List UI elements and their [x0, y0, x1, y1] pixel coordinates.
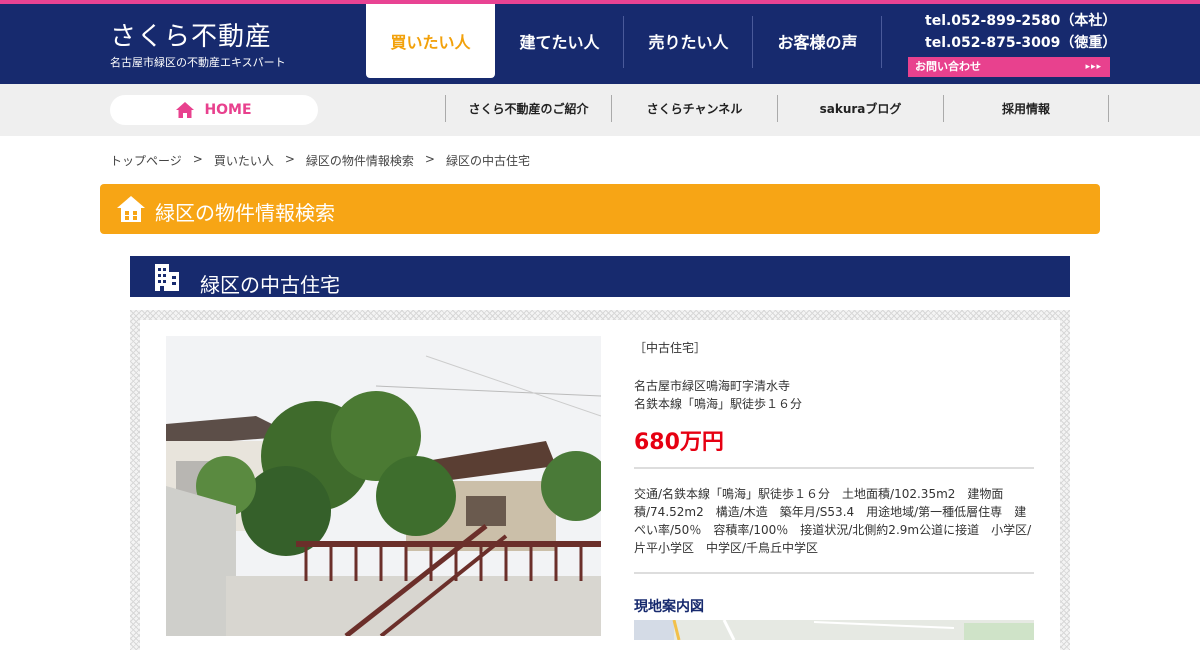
property-type: ［中古住宅］ — [634, 341, 707, 355]
breadcrumb-separator: > — [192, 152, 203, 166]
breadcrumb-search[interactable]: 緑区の物件情報検索 — [306, 152, 414, 169]
breadcrumb-separator: > — [284, 152, 295, 166]
sub-nav: HOME さくら不動産のご紹介 さくらチャンネル sakuraブログ 採用情報 — [0, 84, 1200, 136]
map-image — [634, 620, 1034, 640]
house-icon — [117, 196, 145, 222]
subnav-about[interactable]: さくら不動産のご紹介 — [445, 95, 611, 122]
nav-buy[interactable]: 買いたい人 — [366, 4, 495, 78]
site-tagline: 名古屋市緑区の不動産エキスパート — [110, 56, 286, 69]
divider — [634, 467, 1034, 469]
contact-button[interactable]: お問い合わせ ▸▸▸ — [908, 57, 1110, 77]
property-access: 名鉄本線「鳴海」駅徒歩１６分 — [634, 397, 803, 411]
breadcrumb: トップページ > 買いたい人 > 緑区の物件情報検索 > 緑区の中古住宅 — [110, 152, 530, 169]
breadcrumb-top[interactable]: トップページ — [110, 152, 182, 169]
breadcrumb-separator: > — [424, 152, 435, 166]
home-button[interactable]: HOME — [110, 95, 318, 125]
building-icon — [155, 264, 179, 291]
section-title: 緑区の物件情報検索 — [155, 201, 335, 225]
property-price: 680万円 — [634, 430, 724, 455]
site-header: さくら不動産 名古屋市緑区の不動産エキスパート 買いたい人 建てたい人 売りたい… — [0, 0, 1200, 84]
location-map[interactable] — [634, 620, 1034, 640]
breadcrumb-current: 緑区の中古住宅 — [445, 154, 530, 168]
property-photo-image — [166, 336, 601, 636]
nav-build-label: 建てたい人 — [519, 33, 600, 52]
subnav-recruit[interactable]: 採用情報 — [943, 95, 1109, 122]
sub-nav-items: さくら不動産のご紹介 さくらチャンネル sakuraブログ 採用情報 — [445, 95, 1109, 122]
tel-branch[interactable]: tel.052-875-3009（徳重） — [925, 32, 1116, 52]
contact-label: お問い合わせ — [915, 60, 981, 73]
home-label: HOME — [204, 102, 252, 118]
nav-sell-label: 売りたい人 — [648, 33, 729, 52]
site-logo[interactable]: さくら不動産 — [110, 16, 272, 53]
category-heading-bar: 緑区の中古住宅 — [130, 256, 1070, 297]
nav-buy-label: 買いたい人 — [390, 33, 471, 52]
breadcrumb-buy[interactable]: 買いたい人 — [214, 152, 274, 169]
property-address: 名古屋市緑区鳴海町字清水寺 — [634, 379, 791, 393]
nav-sell[interactable]: 売りたい人 — [624, 4, 753, 78]
subnav-blog[interactable]: sakuraブログ — [777, 95, 943, 122]
arrow-right-icon: ▸▸▸ — [1085, 62, 1102, 72]
category-title: 緑区の中古住宅 — [200, 273, 340, 297]
home-icon — [176, 102, 195, 118]
section-heading-bar: 緑区の物件情報検索 — [100, 184, 1100, 234]
map-heading: 現地案内図 — [634, 599, 704, 615]
main-nav: 買いたい人 建てたい人 売りたい人 お客様の声 — [366, 4, 882, 84]
divider — [634, 572, 1034, 574]
nav-voice-label: お客様の声 — [777, 33, 858, 52]
nav-voice[interactable]: お客様の声 — [753, 4, 882, 78]
tel-main[interactable]: tel.052-899-2580（本社） — [925, 10, 1116, 30]
nav-build[interactable]: 建てたい人 — [495, 4, 624, 78]
subnav-channel[interactable]: さくらチャンネル — [611, 95, 777, 122]
property-location: 名古屋市緑区鳴海町字清水寺 名鉄本線「鳴海」駅徒歩１６分 — [634, 377, 802, 413]
property-description: 交通/名鉄本線「鳴海」駅徒歩１６分 土地面積/102.35m2 建物面積/74.… — [634, 487, 1032, 555]
property-photo[interactable] — [166, 336, 601, 636]
